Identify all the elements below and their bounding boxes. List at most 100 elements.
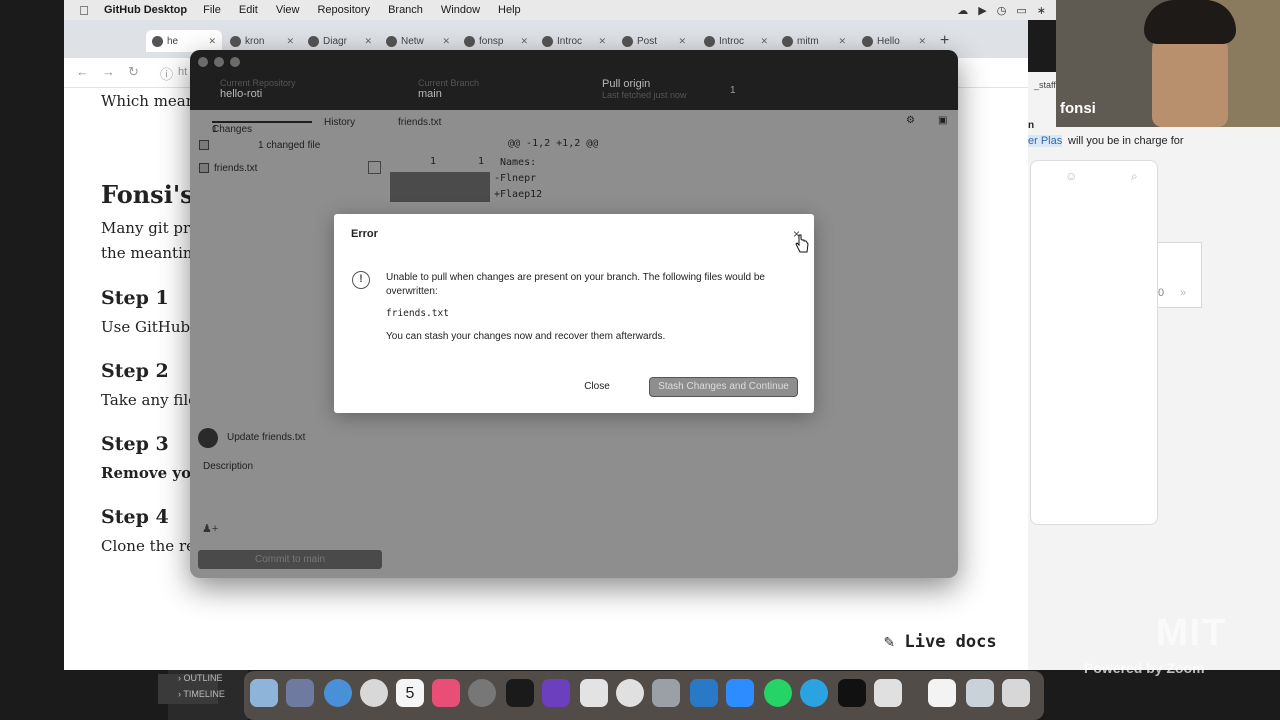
clock-icon[interactable]: ◷ [997, 4, 1007, 17]
chat-input[interactable]: 0 » [1158, 242, 1202, 308]
minimize-window-icon[interactable] [214, 57, 224, 67]
step-heading: Step 2 [101, 360, 169, 382]
browser-tab[interactable]: Hello ✕ [856, 30, 932, 52]
browser-tab[interactable]: Introc ✕ [698, 30, 774, 52]
play-icon[interactable]: ▶ [978, 4, 986, 17]
close-tab-icon[interactable]: ✕ [598, 36, 606, 47]
close-window-icon[interactable] [198, 57, 208, 67]
branch-name: main [418, 88, 442, 100]
github-desktop-icon[interactable] [542, 679, 570, 707]
forward-icon[interactable]: → [102, 64, 115, 79]
pull-origin-subtitle: Last fetched just now [602, 90, 687, 100]
bluetooth-icon[interactable]: ∗ [1037, 4, 1046, 17]
commit-description-input[interactable]: Description [203, 461, 253, 472]
pull-origin-button[interactable]: Pull origin Last fetched just now [584, 78, 754, 108]
zoom-icon[interactable] [726, 679, 754, 707]
browser-tab[interactable]: fonsp ✕ [458, 30, 534, 52]
close-tab-icon[interactable]: ✕ [520, 36, 528, 47]
mail-icon[interactable] [652, 679, 680, 707]
step-heading: Step 4 [101, 506, 169, 528]
menu-help[interactable]: Help [498, 4, 521, 16]
back-icon[interactable]: ← [76, 64, 89, 79]
menu-file[interactable]: File [203, 4, 221, 16]
file-checkbox[interactable] [199, 163, 209, 173]
browser-tab[interactable]: kron ✕ [224, 30, 300, 52]
telegram-icon[interactable] [800, 679, 828, 707]
terminal-icon[interactable] [506, 679, 534, 707]
doc-paragraph-line: the meantim [101, 244, 198, 262]
close-tab-icon[interactable]: ✕ [838, 36, 846, 47]
timeline-section[interactable]: › TIMELINE [178, 689, 225, 699]
changed-file-name[interactable]: friends.txt [214, 163, 257, 174]
close-tab-icon[interactable]: ✕ [286, 36, 294, 47]
document-icon[interactable] [928, 679, 956, 707]
calendar-icon[interactable]: 5 [396, 679, 424, 707]
apple-icon[interactable]:  [64, 3, 104, 18]
gear-icon[interactable]: ⚙ [906, 115, 915, 126]
browser-tab[interactable]: Introc ✕ [536, 30, 612, 52]
close-tab-icon[interactable]: ✕ [442, 36, 450, 47]
tab-history[interactable]: History [324, 117, 355, 128]
cloud-icon[interactable]: ☁ [957, 4, 968, 17]
dock: 5 [244, 671, 1044, 720]
safari-icon[interactable] [324, 679, 352, 707]
diff-hunk-header: @@ -1,2 +1,2 @@ [508, 138, 599, 149]
browser-tab[interactable]: Netw ✕ [380, 30, 456, 52]
menu-view[interactable]: View [276, 4, 300, 16]
menu-window[interactable]: Window [441, 4, 480, 16]
add-coauthor-icon[interactable]: ♟+ [202, 522, 218, 535]
commit-summary-input[interactable]: Update friends.txt [227, 432, 305, 443]
browser-tab[interactable]: Diagr ✕ [302, 30, 378, 52]
finder-icon[interactable] [250, 679, 278, 707]
chrome-icon[interactable] [360, 679, 388, 707]
slack-icon[interactable] [580, 679, 608, 707]
chat-thread-card: ☺ ⌕ [1030, 160, 1158, 525]
close-tab-icon[interactable]: ✕ [208, 36, 216, 47]
commit-button[interactable]: Commit to main [198, 550, 382, 569]
settings-icon[interactable] [468, 679, 496, 707]
menu-branch[interactable]: Branch [388, 4, 423, 16]
close-tab-icon[interactable]: ✕ [760, 36, 768, 47]
participant-name: fonsi [1060, 100, 1096, 117]
launchpad-icon[interactable] [286, 679, 314, 707]
close-tab-icon[interactable]: ✕ [678, 36, 686, 47]
doc-intro-text: Which mean [101, 92, 196, 110]
new-tab-button[interactable]: + [940, 32, 949, 50]
live-docs-label[interactable]: ✎ Live docs [884, 632, 997, 652]
editor-side-panel: › OUTLINE › TIMELINE [158, 670, 248, 720]
dark-app-icon[interactable] [838, 679, 866, 707]
zoom-window-icon[interactable] [230, 57, 240, 67]
browser-tab[interactable]: he ✕ [146, 30, 222, 52]
trash-icon[interactable] [1002, 679, 1030, 707]
menubar-app-name[interactable]: GitHub Desktop [104, 4, 187, 16]
menu-repository[interactable]: Repository [317, 4, 370, 16]
send-icon[interactable]: » [1180, 287, 1186, 299]
address-bar[interactable]: ht [178, 66, 187, 78]
close-tab-icon[interactable]: ✕ [364, 36, 372, 47]
stash-changes-button[interactable]: Stash Changes and Continue [649, 377, 798, 397]
close-button[interactable]: Close [574, 378, 620, 396]
browser-tab[interactable]: Post ✕ [616, 30, 692, 52]
chat-mention[interactable]: er Plas [1028, 135, 1063, 147]
vscode-icon[interactable] [690, 679, 718, 707]
repository-selector[interactable]: Current Repository hello-roti [200, 78, 390, 108]
menu-edit[interactable]: Edit [239, 4, 258, 16]
collapse-icon[interactable]: ▣ [938, 115, 947, 126]
pencil-app-icon[interactable] [874, 679, 902, 707]
music-icon[interactable] [432, 679, 460, 707]
branch-selector-label: Current Branch [418, 78, 480, 88]
select-all-checkbox[interactable] [199, 140, 209, 150]
emoji-icon[interactable]: ☺ [1065, 169, 1077, 183]
close-tab-icon[interactable]: ✕ [918, 36, 926, 47]
downloads-icon[interactable] [966, 679, 994, 707]
zulip-icon[interactable] [616, 679, 644, 707]
reload-icon[interactable]: ↻ [128, 64, 139, 80]
outline-section[interactable]: › OUTLINE [178, 673, 223, 683]
site-info-icon[interactable]: ⓘ [160, 64, 173, 83]
display-icon[interactable]: ▭ [1016, 4, 1026, 17]
browser-tab[interactable]: mitm ✕ [776, 30, 852, 52]
branch-selector[interactable]: Current Branch main [398, 78, 568, 108]
whatsapp-icon[interactable] [764, 679, 792, 707]
tab-changes[interactable]: Changes 1 [212, 117, 312, 135]
search-icon[interactable]: ⌕ [1131, 169, 1138, 184]
